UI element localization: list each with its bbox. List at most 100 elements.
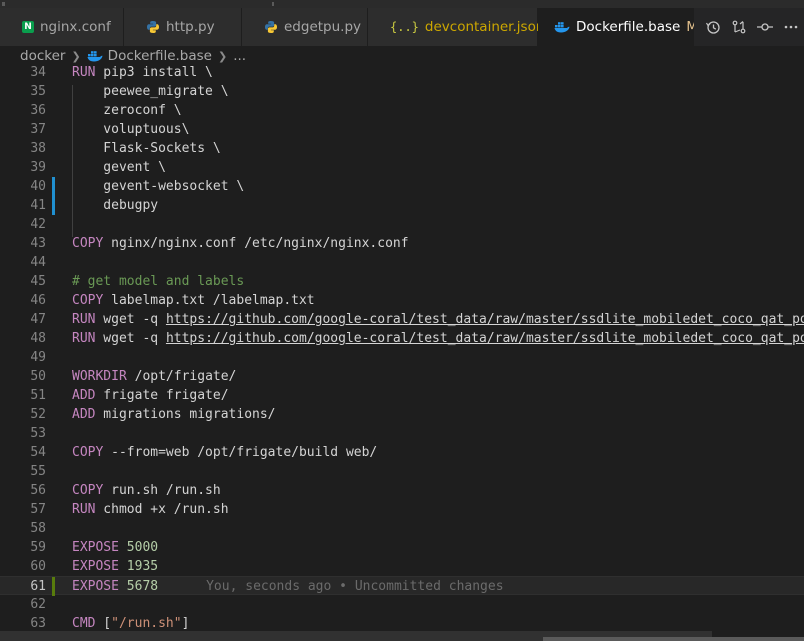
code-token: wget -q: [95, 312, 166, 327]
code-line[interactable]: 36 zeroconf \: [0, 101, 804, 120]
python-icon: [264, 20, 278, 34]
line-number: 49: [30, 350, 46, 365]
code-line[interactable]: 35 peewee_migrate \: [0, 82, 804, 101]
code-line[interactable]: 41 debugpy: [0, 196, 804, 215]
line-number: 56: [30, 483, 46, 498]
code-line[interactable]: 57 RUN chmod +x /run.sh: [0, 500, 804, 519]
code-line[interactable]: 49: [0, 348, 804, 367]
code-token: EXPOSE: [72, 540, 119, 555]
code-token: run.sh /run.sh: [103, 483, 221, 498]
code-line[interactable]: 55: [0, 462, 804, 481]
code-line[interactable]: 59 EXPOSE 5000: [0, 538, 804, 557]
code-token: zeroconf \: [72, 103, 182, 118]
code-token: debugpy: [72, 198, 159, 213]
code-text: gevent \: [72, 158, 166, 177]
code-token: ]: [181, 616, 190, 631]
timeline-icon[interactable]: [700, 14, 726, 40]
code-token: EXPOSE: [72, 559, 119, 574]
code-line[interactable]: 62: [0, 595, 804, 614]
line-number: 38: [30, 141, 46, 156]
code-line[interactable]: 40 gevent-websocket \: [0, 177, 804, 196]
line-number: 62: [30, 597, 46, 612]
code-line[interactable]: 39 gevent \: [0, 158, 804, 177]
code-line[interactable]: 48 RUN wget -q https://github.com/google-…: [0, 329, 804, 348]
code-token: WORKDIR: [72, 369, 127, 384]
code-token: COPY: [72, 445, 104, 460]
code-token: COPY: [72, 236, 104, 251]
code-line[interactable]: 50 WORKDIR /opt/frigate/: [0, 367, 804, 386]
code-link[interactable]: https://github.com/google-coral/test_dat…: [166, 331, 804, 346]
line-number: 58: [30, 521, 46, 536]
git-blame-annotation: You, seconds ago • Uncommitted changes: [206, 579, 504, 594]
code-token: 5678: [126, 579, 159, 594]
code-text: RUN wget -q https://github.com/google-co…: [72, 310, 804, 329]
code-text: voluptuous\: [72, 120, 189, 139]
line-number: 60: [30, 559, 46, 574]
title-strip: [0, 0, 804, 8]
horizontal-scrollbar-thumb[interactable]: [543, 637, 804, 641]
code-token: ADD: [72, 388, 96, 403]
code-link[interactable]: https://github.com/google-coral/test_dat…: [166, 312, 804, 327]
line-number: 50: [30, 369, 46, 384]
code-line[interactable]: 51 ADD frigate frigate/: [0, 386, 804, 405]
code-token: ADD: [72, 407, 96, 422]
code-line[interactable]: 38 Flask-Sockets \: [0, 139, 804, 158]
code-line[interactable]: 46 COPY labelmap.txt /labelmap.txt: [0, 291, 804, 310]
code-line[interactable]: 58: [0, 519, 804, 538]
python-icon: [146, 20, 160, 34]
code-token: RUN: [72, 65, 96, 80]
nginx-icon: N: [22, 21, 34, 33]
code-token: RUN: [72, 502, 96, 517]
line-number: 48: [30, 331, 46, 346]
json-icon: {..}: [390, 20, 419, 34]
code-token: COPY: [72, 293, 104, 308]
tab-nginx-conf[interactable]: Nnginx.conf: [0, 8, 124, 46]
code-line[interactable]: 44: [0, 253, 804, 272]
code-line[interactable]: 47 RUN wget -q https://github.com/google-…: [0, 310, 804, 329]
code-line[interactable]: 45 # get model and labels: [0, 272, 804, 291]
code-editor[interactable]: 34 RUN pip3 install \ 35 peewee_migrate \ 3…: [0, 62, 804, 641]
code-line[interactable]: 42: [0, 215, 804, 234]
tab-http-py[interactable]: http.py: [124, 8, 242, 46]
code-text: RUN pip3 install \: [72, 63, 213, 82]
code-text: ADD frigate frigate/: [72, 386, 229, 405]
ellipsis-icon[interactable]: [778, 14, 804, 40]
code-line[interactable]: 53: [0, 424, 804, 443]
title-strip-mark: [2, 2, 5, 6]
line-number: 54: [30, 445, 46, 460]
code-line[interactable]: 61 EXPOSE 5678 You, seconds ago • Uncommit…: [0, 576, 804, 596]
tab-edgetpu-py[interactable]: edgetpu.py: [242, 8, 368, 46]
code-text: Flask-Sockets \: [72, 139, 220, 158]
line-number: 43: [30, 236, 46, 251]
code-text: RUN wget -q https://github.com/google-co…: [72, 329, 804, 348]
modified-line-marker[interactable]: [52, 177, 55, 196]
code-token: EXPOSE: [72, 579, 119, 594]
compare-changes-icon[interactable]: [726, 14, 752, 40]
code-line[interactable]: 54 COPY --from=web /opt/frigate/build web…: [0, 443, 804, 462]
code-line[interactable]: 34 RUN pip3 install \: [0, 63, 804, 82]
code-token: gevent-websocket \: [72, 179, 245, 194]
tab-label: http.py: [166, 19, 215, 35]
code-line[interactable]: 52 ADD migrations migrations/: [0, 405, 804, 424]
code-line[interactable]: 56 COPY run.sh /run.sh: [0, 481, 804, 500]
code-token: COPY: [72, 483, 104, 498]
added-line-marker[interactable]: [52, 577, 55, 596]
code-line[interactable]: 37 voluptuous\: [0, 120, 804, 139]
editor-tab-bar: Nnginx.conf http.py edgetpu.py {..} devconta…: [0, 8, 804, 46]
code-line[interactable]: 60 EXPOSE 1935: [0, 557, 804, 576]
git-commit-icon[interactable]: [752, 14, 778, 40]
code-line[interactable]: 43 COPY nginx/nginx.conf /etc/nginx/nginx…: [0, 234, 804, 253]
code-token: /opt/frigate/: [126, 369, 237, 384]
code-token: gevent \: [72, 160, 166, 175]
tab-devcontainer-json[interactable]: {..}devcontainer.json1: [368, 8, 559, 46]
chevron-right-icon: ❯: [217, 49, 228, 63]
code-token: "/run.sh": [111, 616, 182, 631]
modified-line-marker[interactable]: [52, 196, 55, 215]
code-token: # get model and labels: [72, 274, 245, 289]
code-token: labelmap.txt /labelmap.txt: [103, 293, 315, 308]
line-number: 51: [30, 388, 46, 403]
code-text: COPY nginx/nginx.conf /etc/nginx/nginx.c…: [72, 234, 409, 253]
tab-label: edgetpu.py: [284, 19, 362, 35]
